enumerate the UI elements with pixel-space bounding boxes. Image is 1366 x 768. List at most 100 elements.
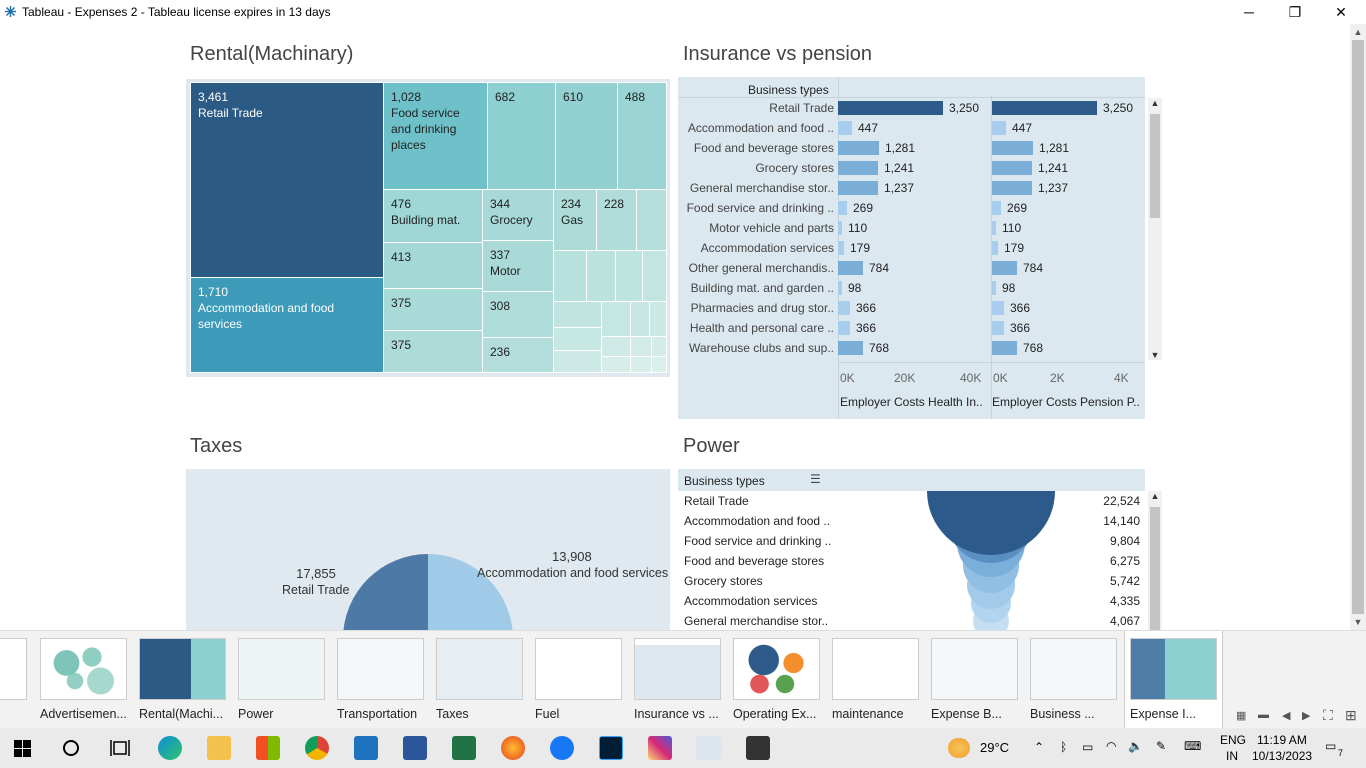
treemap-tile[interactable] bbox=[586, 250, 616, 302]
bar[interactable] bbox=[838, 341, 863, 355]
scroll-up-icon[interactable]: ▲ bbox=[1148, 98, 1162, 108]
bar[interactable] bbox=[838, 121, 852, 135]
sheet-tab[interactable]: Insurance vs ... bbox=[629, 631, 728, 729]
sheet-tab[interactable]: Power bbox=[233, 631, 332, 729]
sheet-thumbnail[interactable] bbox=[1030, 638, 1117, 700]
power-scrollbar[interactable]: ▲ bbox=[1148, 491, 1162, 630]
treemap-tile[interactable]: 1,028 Food service and drinking places bbox=[383, 82, 488, 190]
table-row[interactable]: Accommodation and food .. 14,140 bbox=[678, 511, 1148, 531]
table-row[interactable]: Accommodation services 4,335 bbox=[678, 591, 1148, 611]
table-row[interactable]: Accommodation services 179 179 bbox=[678, 238, 1148, 258]
table-row[interactable]: Building mat. and garden .. 98 98 bbox=[678, 278, 1148, 298]
bar[interactable] bbox=[992, 321, 1004, 335]
treemap-tile[interactable]: 3,461 Retail Trade bbox=[190, 82, 384, 278]
minimize-button[interactable]: ─ bbox=[1226, 0, 1272, 24]
treemap-tile[interactable] bbox=[630, 336, 652, 357]
sheet-thumbnail[interactable] bbox=[238, 638, 325, 700]
treemap-tile[interactable] bbox=[553, 301, 602, 328]
photoshop-icon[interactable] bbox=[599, 736, 623, 760]
show-hidden-icons-icon[interactable]: ⌃ bbox=[1034, 740, 1044, 754]
treemap-tile[interactable] bbox=[642, 250, 667, 302]
sheet-thumbnail[interactable] bbox=[634, 638, 721, 700]
next-sheet-icon[interactable]: ▶ bbox=[1302, 709, 1310, 722]
table-row[interactable]: Other general merchandis.. 784 784 bbox=[678, 258, 1148, 278]
sheet-thumbnail[interactable] bbox=[832, 638, 919, 700]
bar[interactable] bbox=[992, 141, 1033, 155]
presentation-icon[interactable]: ⊞ bbox=[1345, 707, 1357, 724]
bar[interactable] bbox=[838, 281, 842, 295]
sheet-tab[interactable]: Taxes bbox=[431, 631, 530, 729]
scroll-up-icon[interactable]: ▲ bbox=[1148, 491, 1162, 501]
sheet-thumbnail[interactable] bbox=[535, 638, 622, 700]
pen-icon[interactable]: ✎ bbox=[1156, 739, 1166, 753]
restore-button[interactable]: ❐ bbox=[1272, 0, 1318, 24]
sheet-thumbnail[interactable] bbox=[0, 638, 27, 700]
treemap-tile[interactable] bbox=[651, 336, 667, 357]
bar[interactable] bbox=[992, 161, 1032, 175]
tableau-taskbar-icon[interactable] bbox=[696, 736, 722, 760]
treemap-tile[interactable]: 344 Grocery bbox=[482, 189, 554, 241]
pie-slice-retail-trade[interactable] bbox=[343, 554, 428, 630]
treemap-tile[interactable]: 413 bbox=[383, 242, 483, 289]
treemap-tile[interactable]: 375 bbox=[383, 288, 483, 331]
scroll-up-icon[interactable]: ▲ bbox=[1350, 24, 1366, 40]
column-header[interactable]: Business types bbox=[684, 474, 765, 488]
table-row[interactable]: Health and personal care .. 366 366 bbox=[678, 318, 1148, 338]
treemap-tile[interactable] bbox=[649, 301, 667, 337]
treemap-tile[interactable]: 308 bbox=[482, 291, 554, 338]
firefox-icon[interactable] bbox=[501, 736, 525, 760]
bar[interactable] bbox=[992, 301, 1004, 315]
sheet-thumbnail[interactable] bbox=[337, 638, 424, 700]
sheet-tab[interactable]: Advertisemen... bbox=[35, 631, 134, 729]
sheet-tab[interactable]: Fuel bbox=[530, 631, 629, 729]
treemap-tile[interactable]: 1,710 Accommodation and food services bbox=[190, 277, 384, 373]
treemap-tile[interactable] bbox=[630, 301, 650, 337]
treemap-tile[interactable] bbox=[630, 356, 652, 373]
treemap-tile[interactable]: 234 Gas bbox=[553, 189, 597, 251]
scroll-down-icon[interactable]: ▼ bbox=[1350, 614, 1366, 630]
table-row[interactable]: Retail Trade 22,524 bbox=[678, 491, 1148, 511]
column-header[interactable]: Business types bbox=[748, 83, 829, 97]
bar[interactable] bbox=[992, 261, 1017, 275]
prev-sheet-icon[interactable]: ◀ bbox=[1282, 709, 1290, 722]
table-row[interactable]: Grocery stores 1,241 1,241 bbox=[678, 158, 1148, 178]
treemap-tile[interactable]: 610 bbox=[555, 82, 618, 190]
bar[interactable] bbox=[838, 181, 878, 195]
bar[interactable] bbox=[838, 141, 879, 155]
search-icon[interactable] bbox=[62, 739, 80, 757]
table-row[interactable]: Retail Trade 3,250 3,250 bbox=[678, 98, 1148, 118]
sheet-thumbnail[interactable] bbox=[931, 638, 1018, 700]
bar[interactable] bbox=[838, 301, 850, 315]
treemap-tile[interactable]: 228 bbox=[596, 189, 637, 251]
treemap-tile[interactable]: 236 bbox=[482, 337, 554, 373]
bar[interactable] bbox=[838, 241, 844, 255]
bar[interactable] bbox=[992, 241, 998, 255]
sheet-thumbnail[interactable] bbox=[40, 638, 127, 700]
clock-date[interactable]: 10/13/2023 bbox=[1252, 749, 1312, 763]
facebook-icon[interactable] bbox=[550, 736, 574, 760]
app-icon[interactable] bbox=[746, 736, 770, 760]
sheet-thumbnail[interactable] bbox=[436, 638, 523, 700]
bluetooth-icon[interactable]: ᛒ bbox=[1060, 740, 1067, 754]
wifi-icon[interactable]: ◠ bbox=[1106, 739, 1116, 753]
clock-time[interactable]: 11:19 AM bbox=[1257, 733, 1307, 747]
treemap-tile[interactable] bbox=[601, 301, 631, 337]
sheet-tab[interactable]: maintenance bbox=[827, 631, 926, 729]
bar[interactable] bbox=[838, 221, 842, 235]
bar[interactable] bbox=[992, 101, 1097, 115]
network-icon[interactable]: ▭ bbox=[1082, 740, 1093, 754]
table-row[interactable]: General merchandise stor.. 1,237 1,237 bbox=[678, 178, 1148, 198]
sort-icon[interactable]: ☰ bbox=[810, 472, 821, 486]
notification-icon[interactable]: ▭ bbox=[1325, 739, 1336, 753]
sheet-thumbnail[interactable] bbox=[139, 638, 226, 700]
fullscreen-icon[interactable]: ⛶ bbox=[1323, 707, 1333, 724]
table-row[interactable]: Motor vehicle and parts 110 110 bbox=[678, 218, 1148, 238]
bar[interactable] bbox=[838, 161, 878, 175]
bar[interactable] bbox=[838, 321, 850, 335]
sheet-tab[interactable]: Expense B... bbox=[926, 631, 1025, 729]
table-row[interactable]: Accommodation and food .. 447 447 bbox=[678, 118, 1148, 138]
bar[interactable] bbox=[992, 201, 1001, 215]
table-row[interactable]: Pharmacies and drug stor.. 366 366 bbox=[678, 298, 1148, 318]
store-icon[interactable] bbox=[256, 736, 280, 760]
treemap-tile[interactable]: 488 bbox=[617, 82, 667, 190]
